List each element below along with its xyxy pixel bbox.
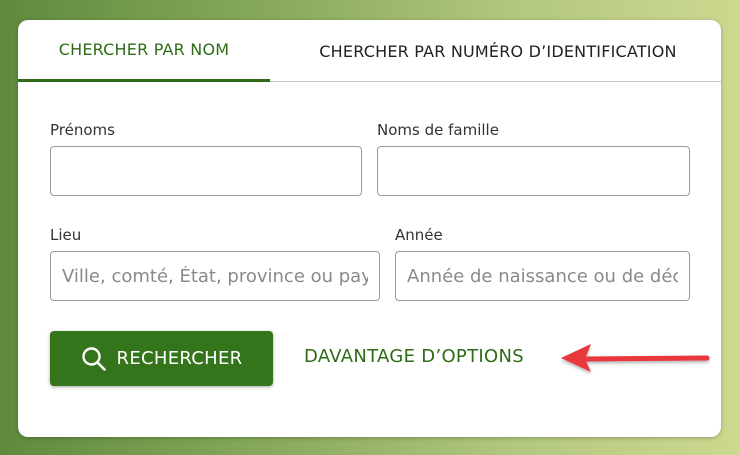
last-name-input[interactable] — [377, 146, 690, 196]
last-name-label: Noms de famille — [377, 121, 499, 139]
place-input[interactable] — [50, 251, 380, 301]
first-name-input[interactable] — [50, 146, 362, 196]
search-button-label: RECHERCHER — [116, 348, 243, 369]
place-label: Lieu — [50, 226, 82, 244]
search-button[interactable]: RECHERCHER — [50, 331, 273, 386]
tab-search-by-id[interactable]: CHERCHER PAR NUMÉRO D’IDENTIFICATION — [288, 20, 708, 82]
year-input[interactable] — [395, 251, 690, 301]
arrow-annotation-icon — [561, 344, 710, 372]
more-options-link[interactable]: DAVANTAGE D’OPTIONS — [304, 346, 524, 367]
search-tabs: CHERCHER PAR NOM CHERCHER PAR NUMÉRO D’I… — [18, 20, 721, 82]
year-label: Année — [395, 226, 443, 244]
first-name-label: Prénoms — [50, 121, 115, 139]
tab-search-by-name[interactable]: CHERCHER PAR NOM — [18, 20, 270, 82]
search-icon — [81, 346, 107, 372]
